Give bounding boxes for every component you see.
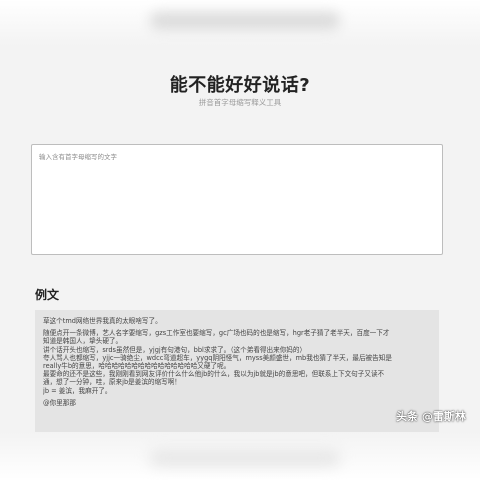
bottom-blurred-region bbox=[0, 432, 480, 480]
example-paragraph: 随便点开一条微博，艺人名字要缩写，gzs工作室也要缩写，gc广场也码的也是缩写，… bbox=[43, 329, 431, 395]
example-text-block: 草这个tmd网络世界我真的太眼啥写了。 随便点开一条微博，艺人名字要缩写，gzs… bbox=[35, 310, 439, 432]
example-line: 讲个话开头也缩写，srds虽然但是，yjgj有句港句，bbl求求了。（这个弟看得… bbox=[43, 345, 307, 354]
example-line: 最要命的还不是这些，我刚刚看到网友评价什么什么他jb的什么，我以为jb就是jb的… bbox=[43, 370, 385, 379]
top-blurred-region bbox=[0, 0, 480, 46]
example-line: 随便点开一条微博，艺人名字要缩写，gzs工作室也要缩写，gc广场也码的也是缩写，… bbox=[43, 329, 390, 338]
page-subtitle: 拼音首字母缩写释义工具 bbox=[198, 98, 282, 107]
example-paragraph: 草这个tmd网络世界我真的太眼啥写了。 bbox=[43, 317, 431, 325]
example-line: really牛b的意思，哈哈哈哈哈哈哈哈哈哈哈哈哈哈哈又硬了呢。 bbox=[43, 362, 231, 371]
text-input-box[interactable] bbox=[31, 144, 443, 255]
abbreviation-text-input[interactable] bbox=[32, 145, 442, 254]
example-signature: @你里那那 bbox=[43, 398, 76, 407]
page: 能不能好好说话? 拼音首字母缩写释义工具 例文 草这个tmd网络世界我真的太眼啥… bbox=[0, 0, 480, 480]
example-line: 通，想了一分钟，哇，原来jb是姜滨的缩写啊！ bbox=[43, 378, 181, 387]
example-line: 知道是韩国人，挚头硬了。 bbox=[43, 337, 123, 346]
example-line: 草这个tmd网络世界我真的太眼啥写了。 bbox=[43, 317, 162, 325]
watermark: 头条 @雷斯林 bbox=[396, 410, 466, 423]
example-paragraph: @你里那那 bbox=[43, 399, 431, 407]
example-line: 夸人骂人也都缩写，yjjc一骑绝尘，wdcc弯道超车，yygq阴阳怪气，myss… bbox=[43, 353, 392, 362]
example-line: jb = 姜滨，我麻开了。 bbox=[43, 386, 112, 395]
page-title: 能不能好好说话? bbox=[169, 75, 311, 96]
example-heading: 例文 bbox=[35, 288, 60, 302]
